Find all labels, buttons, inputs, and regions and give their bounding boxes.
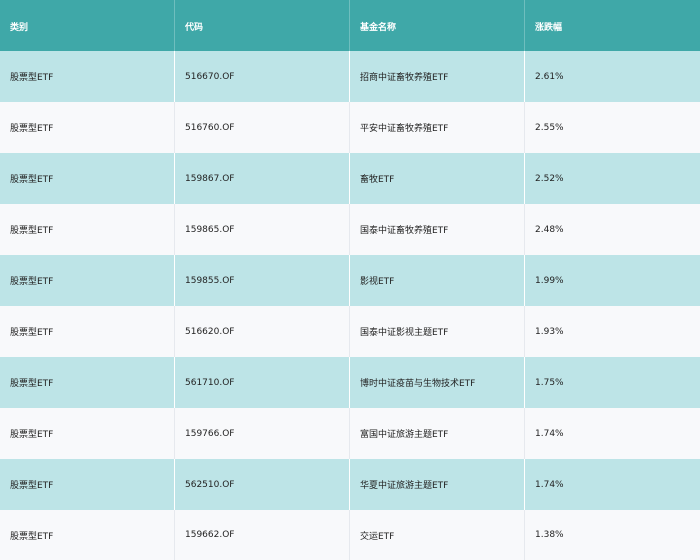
cell-fund-name: 招商中证畜牧养殖ETF bbox=[350, 51, 525, 102]
cell-change-pct: 1.75% bbox=[535, 377, 564, 388]
cell-category: 股票型ETF bbox=[0, 408, 175, 459]
cell-category: 股票型ETF bbox=[0, 102, 175, 153]
table-row[interactable]: 股票型ETF 562510.OF 华夏中证旅游主题ETF 1.74% bbox=[0, 459, 700, 510]
cell-code: 159865.OF bbox=[175, 204, 350, 255]
cell-code: 159662.OF bbox=[175, 510, 350, 560]
cell-code: 516670.OF bbox=[175, 51, 350, 102]
cell-category: 股票型ETF bbox=[0, 153, 175, 204]
cell-fund-name: 博时中证疫苗与生物技术ETF bbox=[350, 357, 525, 408]
cell-fund-name: 华夏中证旅游主题ETF bbox=[350, 459, 525, 510]
cell-fund-name: 富国中证旅游主题ETF bbox=[350, 408, 525, 459]
column-header-fund-name[interactable]: 基金名称 bbox=[350, 0, 525, 51]
cell-change-pct: 2.55% bbox=[535, 122, 564, 133]
cell-category: 股票型ETF bbox=[0, 510, 175, 560]
table-row[interactable]: 股票型ETF 159865.OF 国泰中证畜牧养殖ETF 2.48% bbox=[0, 204, 700, 255]
cell-change-pct: 2.52% bbox=[535, 173, 564, 184]
column-header-change-pct[interactable]: 涨跌幅 bbox=[525, 0, 700, 51]
cell-fund-name: 畜牧ETF bbox=[350, 153, 525, 204]
cell-fund-name: 影视ETF bbox=[350, 255, 525, 306]
table-row[interactable]: 股票型ETF 159855.OF 影视ETF 1.99% bbox=[0, 255, 700, 306]
cell-code: 159867.OF bbox=[175, 153, 350, 204]
table-header-row: 类别 代码 基金名称 涨跌幅 bbox=[0, 0, 700, 51]
fund-table: 类别 代码 基金名称 涨跌幅 股票型ETF 516670.OF 招商中证畜牧养殖ET… bbox=[0, 0, 700, 560]
cell-change-pct: 1.74% bbox=[535, 428, 564, 439]
table-row[interactable]: 股票型ETF 516760.OF 平安中证畜牧养殖ETF 2.55% bbox=[0, 102, 700, 153]
column-header-code[interactable]: 代码 bbox=[175, 0, 350, 51]
table-row[interactable]: 股票型ETF 516620.OF 国泰中证影视主题ETF 1.93% bbox=[0, 306, 700, 357]
cell-category: 股票型ETF bbox=[0, 459, 175, 510]
column-header-category[interactable]: 类别 bbox=[0, 0, 175, 51]
cell-category: 股票型ETF bbox=[0, 357, 175, 408]
cell-code: 516620.OF bbox=[175, 306, 350, 357]
table-row[interactable]: 股票型ETF 516670.OF 招商中证畜牧养殖ETF 2.61% bbox=[0, 51, 700, 102]
cell-code: 562510.OF bbox=[175, 459, 350, 510]
cell-fund-name: 国泰中证畜牧养殖ETF bbox=[350, 204, 525, 255]
cell-category: 股票型ETF bbox=[0, 204, 175, 255]
cell-change-pct: 1.38% bbox=[535, 530, 564, 540]
cell-change-pct: 1.99% bbox=[535, 275, 564, 286]
cell-change-pct: 1.74% bbox=[535, 479, 564, 490]
table-row[interactable]: 股票型ETF 159662.OF 交运ETF 1.38% bbox=[0, 510, 700, 560]
cell-code: 516760.OF bbox=[175, 102, 350, 153]
table-row[interactable]: 股票型ETF 159766.OF 富国中证旅游主题ETF 1.74% bbox=[0, 408, 700, 459]
cell-code: 159855.OF bbox=[175, 255, 350, 306]
cell-change-pct: 2.61% bbox=[535, 71, 564, 82]
table-row[interactable]: 股票型ETF 159867.OF 畜牧ETF 2.52% bbox=[0, 153, 700, 204]
cell-fund-name: 平安中证畜牧养殖ETF bbox=[350, 102, 525, 153]
cell-category: 股票型ETF bbox=[0, 51, 175, 102]
cell-code: 561710.OF bbox=[175, 357, 350, 408]
cell-fund-name: 国泰中证影视主题ETF bbox=[350, 306, 525, 357]
cell-category: 股票型ETF bbox=[0, 306, 175, 357]
cell-category: 股票型ETF bbox=[0, 255, 175, 306]
cell-code: 159766.OF bbox=[175, 408, 350, 459]
table-row[interactable]: 股票型ETF 561710.OF 博时中证疫苗与生物技术ETF 1.75% bbox=[0, 357, 700, 408]
table-body: 股票型ETF 516670.OF 招商中证畜牧养殖ETF 2.61% 股票型ETF 516… bbox=[0, 51, 700, 560]
cell-change-pct: 1.93% bbox=[535, 326, 564, 337]
cell-change-pct: 2.48% bbox=[535, 224, 564, 235]
cell-fund-name: 交运ETF bbox=[350, 510, 525, 560]
